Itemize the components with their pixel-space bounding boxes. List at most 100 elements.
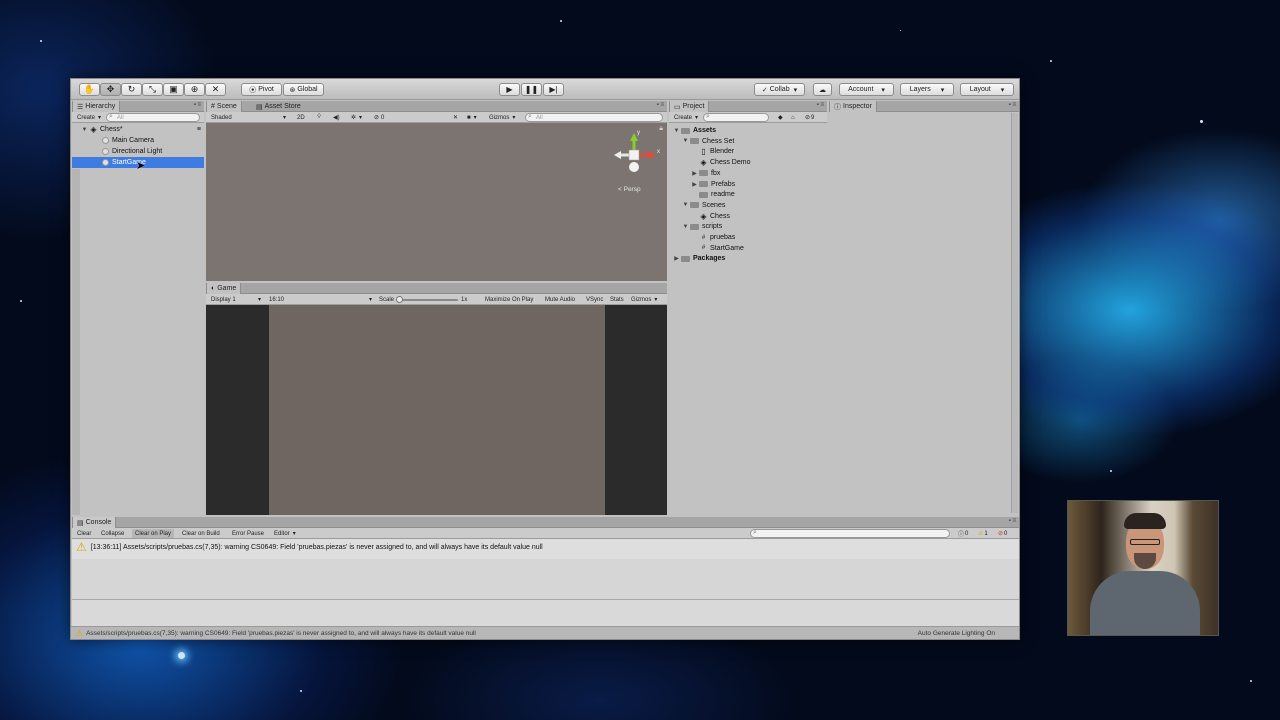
project-item[interactable]: ▶ Packages: [669, 253, 725, 264]
console-error-toggle[interactable]: ⊘ 0: [995, 529, 1010, 538]
scene-gizmos-dropdown[interactable]: Gizmos: [486, 113, 518, 122]
tab-project[interactable]: ▭ Project: [669, 101, 710, 112]
pause-button[interactable]: ❚❚: [521, 83, 542, 96]
project-item[interactable]: # StartGame: [669, 243, 744, 254]
console-message-row[interactable]: ⚠ [13:36:11] Assets/scripts/pruebas.cs(7,…: [72, 539, 1019, 559]
scene-tools-button[interactable]: ✕: [450, 113, 461, 122]
move-tool-button[interactable]: ✥: [100, 83, 121, 96]
pivot-toggle[interactable]: ⦿ Pivot: [241, 83, 282, 96]
hierarchy-create-dropdown[interactable]: Create: [74, 113, 104, 122]
game-gizmos-dropdown[interactable]: Gizmos: [628, 295, 660, 304]
transform-tool-button[interactable]: ⊕: [184, 83, 205, 96]
scene-search-input[interactable]: All: [525, 113, 663, 122]
scale-slider-track[interactable]: [396, 296, 458, 303]
project-item[interactable]: readme: [669, 189, 735, 200]
fold-closed-icon[interactable]: ▶: [672, 255, 681, 262]
hand-tool-button[interactable]: ✋: [79, 83, 100, 96]
console-clear-button[interactable]: Clear: [74, 529, 94, 538]
console-info-toggle[interactable]: ⓘ 0: [955, 529, 971, 539]
account-dropdown[interactable]: Account ▾: [839, 83, 894, 96]
console-collapse-button[interactable]: Collapse: [98, 529, 127, 538]
project-item-label: pruebas: [710, 234, 736, 241]
2d-toggle[interactable]: 2D: [294, 113, 308, 122]
scene-menu-icon[interactable]: ≡: [197, 126, 201, 133]
project-item[interactable]: # pruebas: [669, 232, 735, 243]
panel-menu-icon[interactable]: ▪ ≡: [657, 102, 664, 108]
tab-hierarchy[interactable]: ☰ Hierarchy: [72, 101, 121, 112]
scene-viewport[interactable]: y x < Persp 🔒︎: [206, 123, 667, 281]
project-item[interactable]: ◈ Chess: [669, 211, 729, 222]
project-item[interactable]: ▶ Prefabs: [669, 179, 735, 190]
fold-closed-icon[interactable]: ▶: [690, 181, 699, 188]
tab-game[interactable]: ◐ Game: [206, 283, 242, 294]
info-count: 0: [965, 530, 969, 537]
fold-open-icon[interactable]: ▼: [672, 128, 681, 134]
hidden-objects-toggle[interactable]: ⊘ 0: [371, 113, 387, 122]
custom-tool-button[interactable]: ✕: [205, 83, 226, 96]
fold-open-icon[interactable]: ▼: [681, 202, 690, 208]
panel-menu-icon[interactable]: ▪ ≡: [1009, 518, 1016, 524]
project-item[interactable]: ◈ Chess Demo: [669, 157, 750, 168]
console-clear-on-play-toggle[interactable]: Clear on Play: [132, 529, 175, 538]
maximize-on-play-toggle[interactable]: Maximize On Play: [482, 295, 536, 304]
project-item[interactable]: ▶ fbx: [669, 168, 720, 179]
stats-toggle[interactable]: Stats: [607, 295, 627, 304]
cloud-button[interactable]: ☁: [813, 83, 832, 96]
shading-dropdown[interactable]: Shaded ▾: [208, 113, 288, 122]
step-button[interactable]: ▶|: [543, 83, 564, 96]
hierarchy-scene-row[interactable]: ▼ ◈ Chess* ≡: [72, 124, 204, 135]
fold-closed-icon[interactable]: ▶: [690, 170, 699, 177]
search-by-type-button[interactable]: ◆: [775, 113, 786, 122]
tab-asset-store[interactable]: ▤ Asset Store: [252, 101, 305, 112]
game-viewport[interactable]: [206, 305, 667, 515]
axis-x-label: x: [657, 149, 660, 155]
scene-orientation-gizmo-icon[interactable]: y x: [606, 129, 666, 189]
console-search-input[interactable]: [750, 529, 950, 538]
fold-open-icon[interactable]: ▼: [681, 138, 690, 144]
play-button[interactable]: ▶: [499, 83, 520, 96]
tab-scene[interactable]: # Scene: [206, 101, 242, 112]
fold-open-icon[interactable]: ▼: [681, 224, 690, 230]
vsync-toggle[interactable]: VSync: [583, 295, 606, 304]
project-item[interactable]: ▼ Chess Set: [669, 136, 735, 147]
tab-console[interactable]: ▤ Console: [72, 517, 117, 528]
rect-tool-button[interactable]: ▣: [163, 83, 184, 96]
camera-settings-dropdown[interactable]: ■: [464, 113, 480, 122]
hidden-packages-button[interactable]: ⊘ 9: [802, 113, 817, 122]
project-create-dropdown[interactable]: Create: [671, 113, 701, 122]
display-dropdown[interactable]: Display 1 ▾: [208, 295, 263, 304]
layers-dropdown[interactable]: Layers ▾: [900, 83, 954, 96]
scale-slider-handle[interactable]: [396, 296, 403, 303]
panel-menu-icon[interactable]: ▪ ≡: [194, 102, 201, 108]
collab-dropdown[interactable]: ✓ Collab ▾: [754, 83, 805, 96]
lighting-toggle[interactable]: 💡︎: [314, 113, 324, 122]
hierarchy-item[interactable]: Main Camera: [72, 135, 204, 146]
inspector-scrollbar[interactable]: [1011, 113, 1018, 513]
project-item[interactable]: ▼ scripts: [669, 221, 723, 232]
console-warning-toggle[interactable]: ⚠ 1: [975, 529, 991, 538]
layout-dropdown[interactable]: Layout ▾: [960, 83, 1014, 96]
lock-icon[interactable]: 🔒︎: [659, 125, 663, 133]
project-item[interactable]: ▼ Scenes: [669, 200, 726, 211]
aspect-dropdown[interactable]: 16:10 ▾: [266, 295, 374, 304]
console-clear-on-build-toggle[interactable]: Clear on Build: [179, 529, 223, 538]
console-editor-dropdown[interactable]: Editor: [271, 529, 299, 538]
project-item[interactable]: ▯ Blender: [669, 146, 734, 157]
project-item[interactable]: ▼ Assets: [669, 125, 716, 136]
console-error-pause-toggle[interactable]: Error Pause: [229, 529, 267, 538]
rotate-tool-button[interactable]: ↻: [121, 83, 142, 96]
scale-tool-button[interactable]: ⤡: [142, 83, 163, 96]
status-message[interactable]: Assets/scripts/pruebas.cs(7,35): warning…: [86, 630, 476, 637]
persp-label-group[interactable]: < Persp: [618, 186, 641, 193]
panel-menu-icon[interactable]: ▪ ≡: [1009, 102, 1016, 108]
effects-dropdown[interactable]: ✲: [348, 113, 365, 122]
audio-toggle[interactable]: ◀): [330, 113, 343, 122]
mute-audio-toggle[interactable]: Mute Audio: [542, 295, 578, 304]
panel-menu-icon[interactable]: ▪ ≡: [817, 102, 824, 108]
tab-inspector[interactable]: ⓘ Inspector: [829, 101, 877, 112]
search-by-label-button[interactable]: ⌂: [788, 113, 798, 122]
project-search-input[interactable]: [703, 113, 769, 122]
global-toggle[interactable]: ⊛ Global: [283, 83, 324, 96]
hierarchy-search-input[interactable]: All: [106, 113, 200, 122]
hierarchy-item[interactable]: Directional Light: [72, 146, 204, 157]
